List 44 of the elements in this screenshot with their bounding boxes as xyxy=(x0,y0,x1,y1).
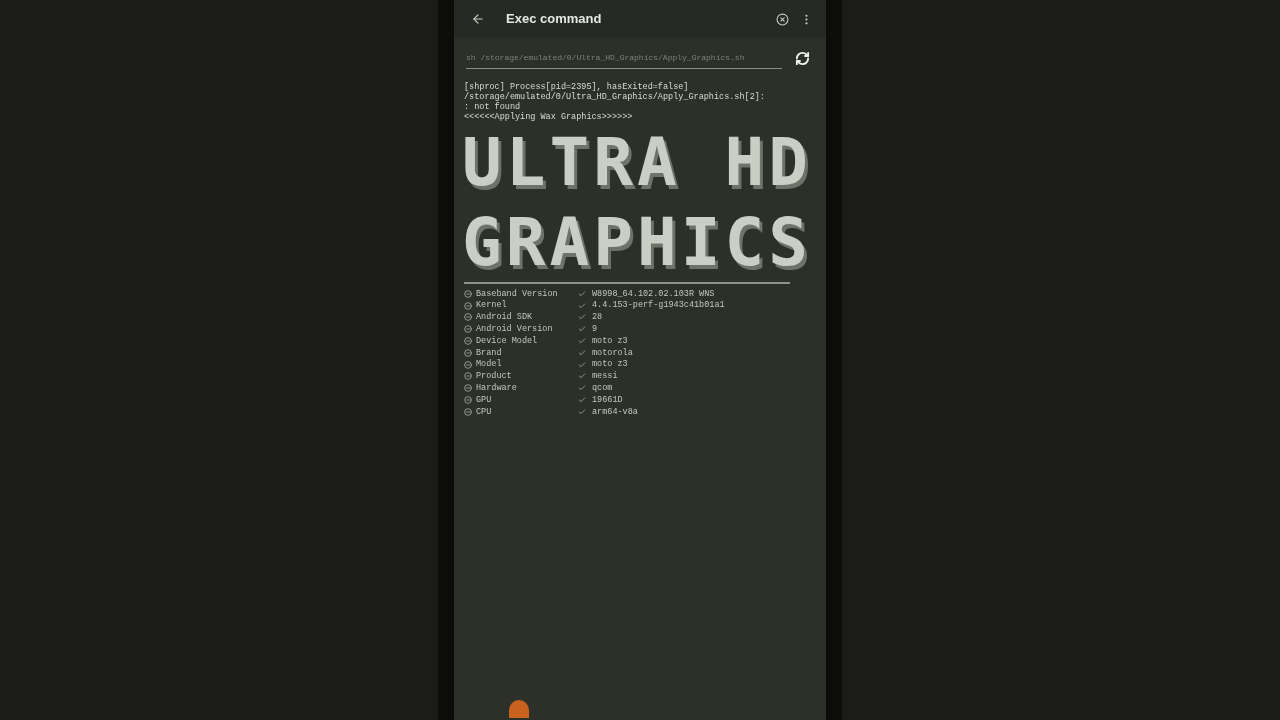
banner-title: ULTRA HD xyxy=(462,130,813,196)
scroll-handle[interactable] xyxy=(509,700,529,718)
output-line: : not found xyxy=(464,102,522,112)
minus-circle-icon xyxy=(464,301,472,310)
minus-circle-icon xyxy=(464,289,472,298)
minus-circle-icon xyxy=(464,313,472,322)
minus-circle-icon xyxy=(464,337,472,346)
info-label: Android SDK xyxy=(476,311,534,324)
output-line: <<<<<<Applying Wax Graphics>>>>>> xyxy=(464,112,634,122)
refresh-icon xyxy=(794,50,810,66)
info-label: GPU xyxy=(476,393,493,407)
info-value: 4.4.153-perf-g1943c41b01a1 xyxy=(592,299,725,313)
info-value: messi xyxy=(592,370,618,383)
minus-circle-icon xyxy=(464,325,472,334)
minus-circle-icon xyxy=(464,407,472,416)
minus-circle-icon xyxy=(464,360,472,369)
info-label: CPU xyxy=(476,405,493,419)
info-label: Baseband Version xyxy=(476,287,559,300)
minus-circle-icon xyxy=(464,396,472,405)
info-label: Kernel xyxy=(476,299,508,312)
output-line: [shproc] Process[pid=2395], hasExited=false] xyxy=(464,82,690,92)
info-label: Device Model xyxy=(476,334,539,348)
command-field[interactable]: sh /storage/emulated/0/Ultra_HD_Graphics/Apply_Graphics.sh xyxy=(466,47,782,69)
info-label: Hardware xyxy=(476,381,518,395)
close-icon xyxy=(775,12,789,26)
info-label: Android Version xyxy=(476,322,554,336)
app-title: Exec command xyxy=(506,10,602,29)
info-label: Model xyxy=(476,358,503,371)
info-value: moto z3 xyxy=(592,334,628,348)
info-value: qcom xyxy=(592,381,613,395)
output-line: /storage/emulated/0/Ultra_HD_Graphics/Apply_Graphics.sh[2]: xyxy=(464,92,766,102)
info-value: 19661D xyxy=(592,393,623,407)
minus-circle-icon xyxy=(464,372,472,381)
info-value: W8998_64.102.02.103R WNS xyxy=(592,287,715,300)
info-value: motorola xyxy=(592,346,633,360)
info-value: moto z3 xyxy=(592,358,628,371)
info-value: 9 xyxy=(592,322,598,336)
banner-title: GRAPHICS xyxy=(462,210,813,276)
minus-circle-icon xyxy=(464,384,472,393)
info-label: Product xyxy=(476,370,513,383)
info-value: 28 xyxy=(592,311,603,324)
info-label: Brand xyxy=(476,346,503,359)
minus-circle-icon xyxy=(464,348,472,357)
info-value: arm64-v8a xyxy=(592,405,638,419)
